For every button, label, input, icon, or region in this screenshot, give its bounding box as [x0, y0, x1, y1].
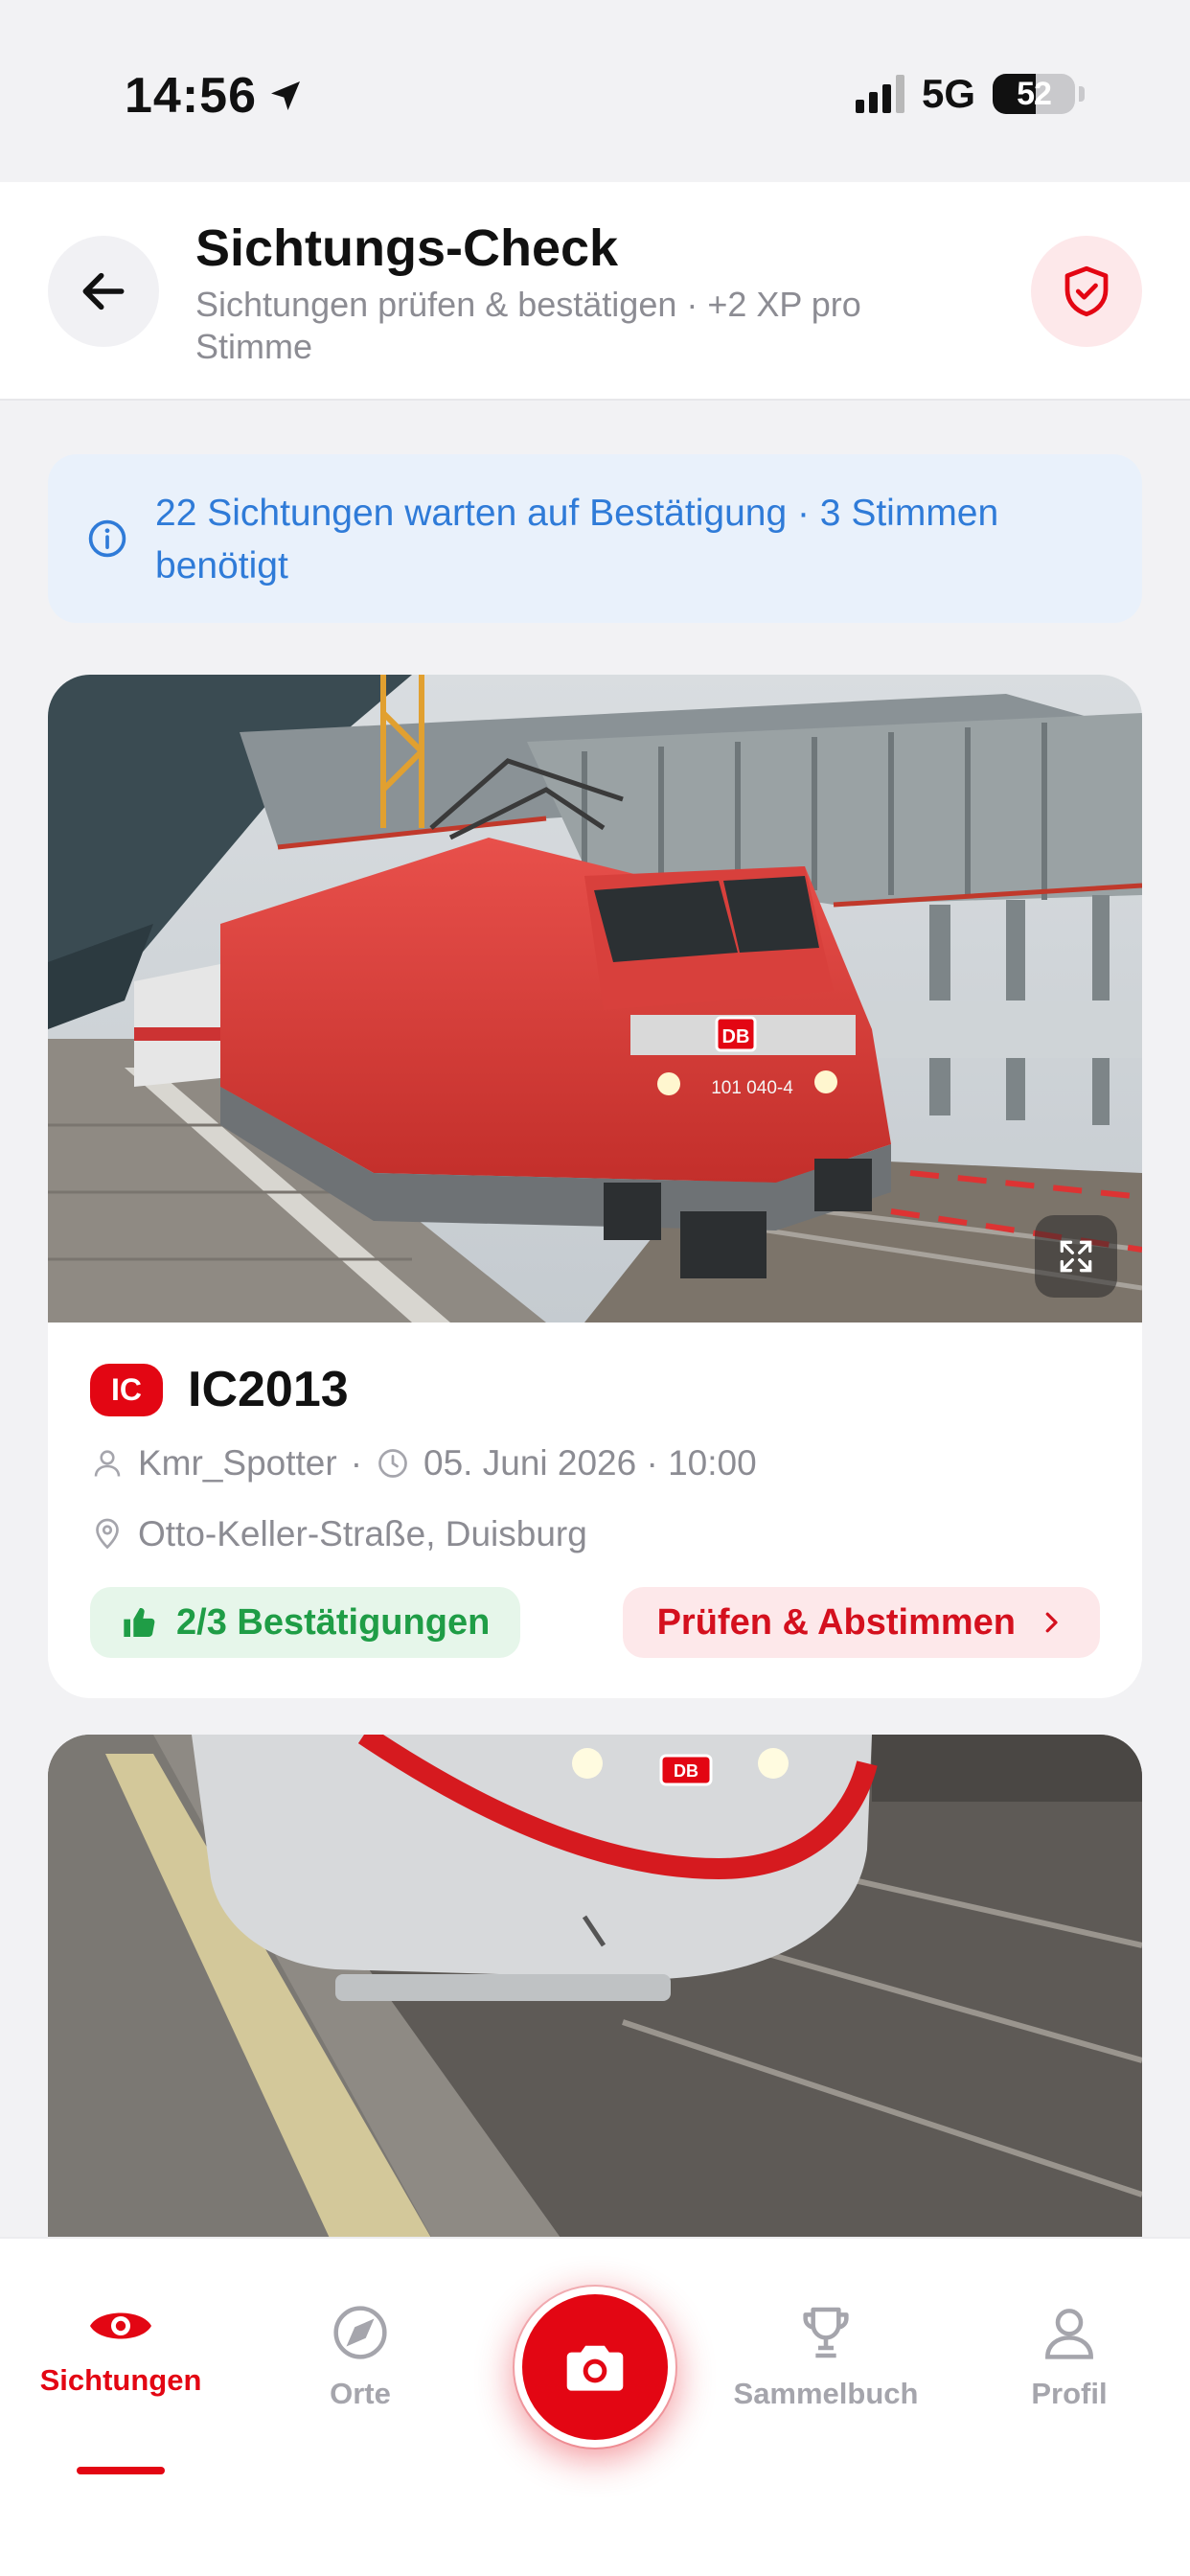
- user-icon: [94, 1450, 121, 1477]
- clock-icon: [378, 1449, 407, 1478]
- nav-item-orte[interactable]: Orte: [245, 2302, 475, 2411]
- confirmation-label: 2/3 Bestätigungen: [176, 1601, 491, 1643]
- bottom-navigation: Sichtungen Orte Sammelbuch Profil: [0, 2237, 1190, 2576]
- camera-icon: [566, 2345, 624, 2391]
- thumbs-up-icon: [124, 1608, 155, 1637]
- moderation-button[interactable]: [1031, 236, 1142, 347]
- nav-label: Orte: [330, 2377, 391, 2410]
- page-title: Sichtungs-Check: [195, 219, 619, 277]
- page-header: Sichtungs-Check Sichtungen prüfen & best…: [0, 182, 1190, 401]
- train-title: IC2013: [188, 1362, 349, 1417]
- camera-button[interactable]: [515, 2287, 675, 2448]
- sighting-meta: Kmr_Spotter · 05. Juni 2026 · 10:00: [90, 1443, 1100, 1484]
- info-banner-text: 22 Sichtungen warten auf Bestätigung · 3…: [155, 493, 999, 586]
- back-button[interactable]: [48, 236, 159, 347]
- battery-icon: 52: [993, 74, 1075, 114]
- sighting-date: 05. Juni 2026 · 10:00: [423, 1443, 757, 1483]
- trophy-icon: [803, 2307, 849, 2358]
- sighting-location: Otto-Keller-Straße, Duisburg: [138, 1514, 587, 1553]
- info-icon: [88, 519, 126, 558]
- battery-level: 52: [1017, 75, 1052, 112]
- nav-label: Profil: [1031, 2377, 1108, 2410]
- sighting-card[interactable]: DB: [48, 1735, 1142, 2271]
- confirmation-count: 2/3 Bestätigungen: [90, 1587, 521, 1658]
- train-photo-illustration: DB 101 040-4: [48, 675, 1142, 1322]
- nav-label: Sammelbuch: [733, 2377, 919, 2410]
- status-time: 14:56: [125, 67, 305, 125]
- sighting-user: Kmr_Spotter: [138, 1443, 337, 1483]
- network-label: 5G: [921, 71, 975, 116]
- train-type-badge: IC: [90, 1363, 163, 1416]
- nav-item-sichtungen[interactable]: Sichtungen: [6, 2302, 236, 2398]
- sighting-card-body: IC IC2013 Kmr_Spotter · 05. Juni 2026 · …: [90, 1361, 1100, 1554]
- nav-item-profil[interactable]: Profil: [954, 2302, 1184, 2411]
- review-vote-label: Prüfen & Abstimmen: [656, 1601, 1016, 1643]
- sighting-location-row: Otto-Keller-Straße, Duisburg: [90, 1514, 1100, 1554]
- clock-label: 14:56: [125, 68, 257, 124]
- review-vote-button[interactable]: Prüfen & Abstimmen: [622, 1587, 1100, 1658]
- sighting-photo[interactable]: DB: [48, 1735, 1142, 2271]
- ice-db-logo: DB: [674, 1761, 698, 1781]
- cellular-signal-icon: [855, 75, 904, 113]
- person-icon: [1045, 2309, 1093, 2359]
- compass-icon: [333, 2306, 387, 2359]
- status-bar: 14:56 5G 52: [0, 0, 1190, 182]
- loco-number: 101 040-4: [711, 1078, 793, 1098]
- loco-db-logo: DB: [722, 1026, 750, 1047]
- arrow-left-icon: [82, 272, 125, 310]
- active-tab-indicator: [77, 2467, 165, 2474]
- expand-icon: [1060, 1240, 1092, 1273]
- expand-photo-button[interactable]: [1035, 1215, 1117, 1298]
- sighting-card[interactable]: DB 101 040-4 IC IC2013 Kmr_Spotter · 05.…: [48, 675, 1142, 1698]
- shield-check-icon: [1064, 265, 1109, 317]
- location-pin-icon: [96, 1518, 119, 1550]
- page-subtitle: Sichtungen prüfen & bestätigen · +2 XP p…: [195, 285, 861, 366]
- eye-icon: [90, 2312, 151, 2339]
- sighting-photo[interactable]: DB 101 040-4: [48, 675, 1142, 1322]
- nav-item-sammelbuch[interactable]: Sammelbuch: [711, 2302, 941, 2411]
- chevron-right-icon: [1045, 1612, 1058, 1633]
- location-arrow-icon: [271, 81, 300, 110]
- nav-label: Sichtungen: [39, 2363, 202, 2397]
- info-banner: 22 Sichtungen warten auf Bestätigung · 3…: [48, 454, 1142, 623]
- status-indicators: 5G 52: [855, 71, 1085, 117]
